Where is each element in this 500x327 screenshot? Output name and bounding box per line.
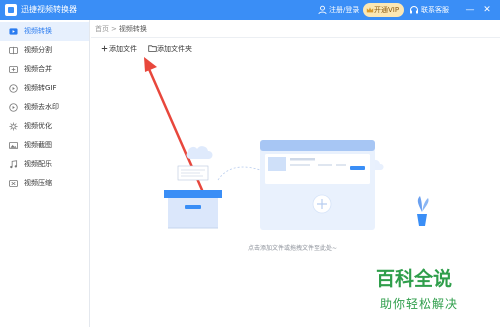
sidebar-item-video-gif[interactable]: 视频转GIF (0, 79, 89, 98)
headset-icon[interactable] (409, 5, 419, 15)
close-button[interactable]: ✕ (481, 4, 493, 16)
compress-icon (9, 179, 18, 188)
drop-zone-illustration[interactable] (150, 130, 440, 235)
vip-button[interactable]: 开通VIP (363, 3, 404, 17)
watermark-title: 百科全说 (376, 268, 453, 290)
sidebar-item-label: 视频优化 (24, 122, 52, 130)
sidebar-item-remove-watermark[interactable]: 视频去水印 (0, 98, 89, 117)
user-icon[interactable] (318, 5, 327, 15)
sidebar-item-video-optimize[interactable]: 视频优化 (0, 117, 89, 136)
minimize-button[interactable]: — (464, 4, 476, 16)
app-title: 迅捷视频转换器 (21, 5, 77, 14)
drop-hint: 点击添加文件或拖拽文件至此处~ (248, 245, 338, 252)
breadcrumb: 首页 > 视频转换 (95, 24, 147, 34)
video-convert-icon (9, 28, 18, 35)
sidebar-item-label: 视频截图 (24, 141, 52, 149)
folder-icon (148, 45, 157, 52)
divider (91, 37, 500, 38)
sidebar-item-video-music[interactable]: 视频配乐 (0, 155, 89, 174)
add-folder-label: 添加文件夹 (157, 45, 192, 53)
sidebar-item-label: 视频分割 (24, 46, 52, 54)
sidebar-item-label: 视频压缩 (24, 179, 52, 187)
vip-label: 开通VIP (374, 6, 400, 14)
sidebar-item-video-merge[interactable]: 视频合并 (0, 60, 89, 79)
add-file-button[interactable]: 添加文件 (100, 42, 142, 56)
split-icon (9, 46, 18, 55)
sidebar-item-video-screenshot[interactable]: 视频截图 (0, 136, 89, 155)
breadcrumb-current: 视频转换 (118, 25, 147, 33)
gif-icon (9, 84, 18, 93)
sidebar-item-label: 视频配乐 (24, 160, 52, 168)
breadcrumb-home[interactable]: 首页 (95, 25, 109, 33)
sidebar-item-video-compress[interactable]: 视频压缩 (0, 174, 89, 193)
add-file-label: 添加文件 (109, 45, 137, 53)
sidebar-item-label: 视频合并 (24, 65, 52, 73)
sidebar-item-label: 视频去水印 (24, 103, 59, 111)
sidebar: 视频转换 视频分割 视频合并 视频转GIF 视频去水印 视频优化 视频截图 视频… (0, 20, 90, 327)
sidebar-item-video-split[interactable]: 视频分割 (0, 41, 89, 60)
app-logo-icon (5, 4, 17, 16)
sidebar-item-label: 视频转换 (24, 27, 52, 35)
crown-icon (366, 7, 374, 13)
optimize-icon (9, 122, 18, 131)
music-icon (10, 160, 18, 169)
watermark-subtitle: 助你轻松解决 (380, 297, 459, 311)
sidebar-item-video-convert[interactable]: 视频转换 (0, 22, 89, 41)
plus-icon (101, 45, 108, 52)
title-bar: 迅捷视频转换器 注册/登录 开通VIP 联系客服 — ✕ (0, 0, 500, 20)
breadcrumb-separator: > (111, 25, 117, 33)
support-link[interactable]: 联系客服 (421, 4, 449, 16)
screenshot-icon (9, 141, 18, 150)
merge-icon (9, 65, 18, 74)
login-link[interactable]: 注册/登录 (329, 4, 359, 16)
add-folder-button[interactable]: 添加文件夹 (148, 42, 198, 56)
watermark-icon (9, 103, 18, 112)
sidebar-item-label: 视频转GIF (24, 84, 57, 92)
